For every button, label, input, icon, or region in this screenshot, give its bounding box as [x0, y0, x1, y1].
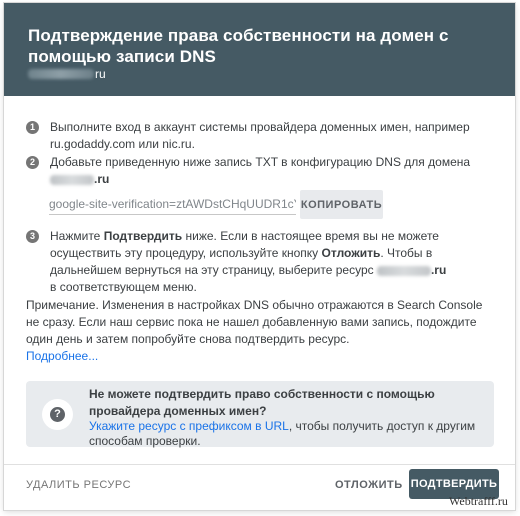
redacted-domain [28, 69, 94, 79]
step-3-bold-later: Отложить [321, 246, 381, 260]
header-domain: ru [28, 67, 106, 81]
callout-title: Не можете подтвердить право собственност… [89, 387, 435, 418]
help-icon: ? [42, 399, 73, 430]
header-domain-suffix: ru [95, 67, 106, 81]
later-button[interactable]: ОТЛОЖИТЬ [335, 471, 403, 499]
note-text: Примечание. Изменения в настройках DNS о… [26, 298, 483, 346]
step-3-text-d: в соответствующем меню. [50, 280, 197, 294]
step-number-1: 1 [26, 121, 39, 134]
alternative-callout: ? Не можете подтвердить право собственно… [26, 381, 494, 449]
dialog-title: Подтверждение права собственности на дом… [28, 26, 449, 66]
step-2-domain-suffix: .ru [94, 172, 110, 186]
watermark: Webtrafff.ru [449, 494, 508, 508]
redacted-domain [376, 265, 431, 276]
footer-divider [4, 464, 515, 465]
step-1-text: Выполните вход в аккаунт системы провайд… [50, 120, 470, 151]
redacted-domain [50, 174, 94, 185]
step-number-3: 3 [26, 230, 39, 243]
learn-more-link[interactable]: Подробнее... [26, 348, 98, 365]
step-2-label: Добавьте приведенную ниже запись TXT в к… [50, 155, 471, 169]
dialog-header: Подтверждение права собственности на дом… [4, 3, 515, 96]
help-icon-glyph: ? [50, 407, 65, 422]
step-3-text: Нажмите Подтвердить ниже. Если в настоящ… [50, 228, 450, 296]
verification-dialog: Подтверждение права собственности на дом… [4, 3, 515, 510]
url-prefix-link[interactable]: Укажите ресурс с префиксом в URL [89, 419, 289, 433]
step-3-domain-suffix: .ru [430, 263, 447, 277]
delete-resource-button[interactable]: УДАЛИТЬ РЕСУРС [26, 471, 131, 499]
step-number-2: 2 [26, 156, 39, 169]
step-3-text-a: Нажмите [50, 229, 104, 243]
step-2-text: Добавьте приведенную ниже запись TXT в к… [50, 154, 480, 188]
step-3-bold-confirm: Подтвердить [103, 229, 183, 243]
copy-button[interactable]: КОПИРОВАТЬ [300, 190, 383, 219]
txt-record-field[interactable]: google-site-verification=ztAWDstCHqUUDR1… [49, 194, 296, 215]
callout-body: Укажите ресурс с префиксом в URL, чтобы … [89, 419, 484, 449]
